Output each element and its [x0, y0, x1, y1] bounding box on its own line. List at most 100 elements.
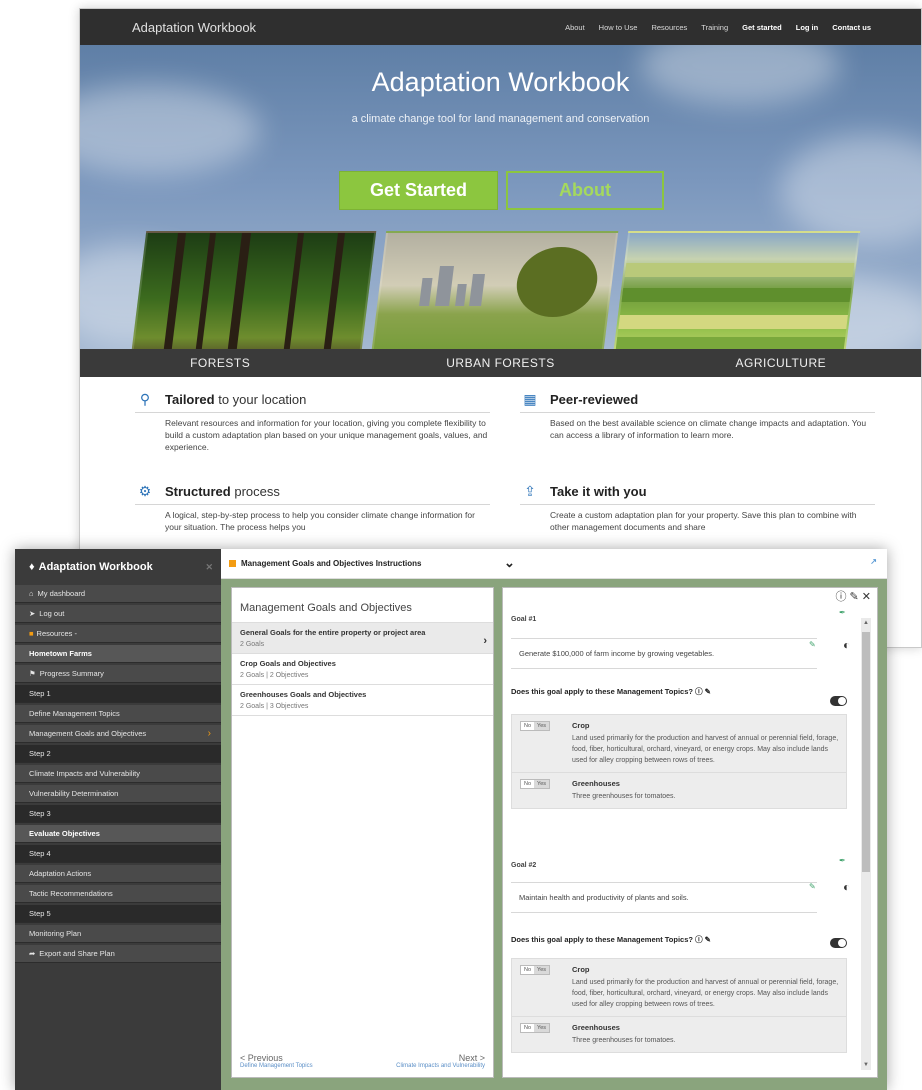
hero-subtitle: a climate change tool for land managemen…: [351, 113, 650, 125]
sidebar-item-label: Log out: [39, 609, 65, 618]
previous-link[interactable]: < Previous Define Management Topics: [240, 1053, 313, 1069]
remove-icon[interactable]: ◐: [843, 880, 850, 894]
sidebar-item-label: Step 2: [29, 749, 51, 758]
topic-greenhouses: No Yes Greenhouses Three greenhouses for …: [512, 772, 846, 808]
sidebar-item-13[interactable]: Step 4: [15, 845, 221, 863]
about-button[interactable]: About: [506, 171, 664, 210]
sidebar-item-3[interactable]: Hometown Farms: [15, 645, 221, 663]
sidebar-item-18[interactable]: ➦ Export and Share Plan: [15, 945, 221, 963]
apply-toggle[interactable]: [830, 938, 847, 948]
edit-icon[interactable]: ✎: [850, 591, 859, 603]
export-icon: ⇪: [524, 483, 536, 499]
nav-log-in[interactable]: Log in: [796, 23, 819, 32]
info-icon[interactable]: ⓘ: [695, 687, 703, 696]
scroll-thumb[interactable]: [862, 632, 870, 872]
sidebar-item-1[interactable]: ➤ Log out: [15, 605, 221, 623]
nav-training[interactable]: Training: [701, 23, 728, 32]
expand-icon[interactable]: ↗: [870, 557, 877, 566]
edit-icon[interactable]: ✎: [705, 687, 711, 696]
pane-actions: ⓘ ✎ ✕: [835, 588, 871, 604]
workbook-app-window: ♦ Adaptation Workbook ✕ ⌂ My dashboard ➤ Lo…: [15, 549, 887, 1090]
feature-text: Create a custom adaptation plan for your…: [550, 510, 857, 532]
brand-link[interactable]: Adaptation Workbook: [132, 20, 256, 35]
goal-1-label: Goal #1: [511, 616, 537, 623]
sidebar-item-17[interactable]: Monitoring Plan: [15, 925, 221, 943]
info-icon[interactable]: ⓘ: [695, 935, 703, 944]
category-agriculture[interactable]: AGRICULTURE: [641, 356, 921, 370]
sidebar-item-8[interactable]: Step 2: [15, 745, 221, 763]
nav-resources[interactable]: Resources: [651, 23, 687, 32]
no-yes-toggle[interactable]: No Yes: [520, 779, 551, 789]
feature-text: Based on the best available science on c…: [550, 418, 867, 440]
scroll-down-icon[interactable]: ▼: [863, 1062, 869, 1068]
scrollbar[interactable]: ▲ ▼: [861, 618, 871, 1070]
sidebar-item-12[interactable]: Evaluate Objectives: [15, 825, 221, 843]
topic-crop: No Yes Crop Land used primarily for the p…: [512, 959, 846, 1016]
sidebar-item-label: Resources -: [36, 629, 77, 638]
chevron-right-icon: ›: [207, 728, 211, 739]
edit-goal-icon[interactable]: ✎: [809, 882, 816, 891]
nav-how-to-use[interactable]: How to Use: [599, 23, 638, 32]
sidebar-menu: ⌂ My dashboard ➤ Log out ■ Resources - Hometow…: [15, 585, 221, 963]
topic-list: No Yes Crop Land used primarily for the p…: [511, 714, 847, 809]
sidebar-icon: ➦: [29, 949, 36, 958]
instructions-bar[interactable]: Management Goals and Objectives Instruct…: [221, 549, 887, 579]
pencil-icon[interactable]: ✒: [839, 608, 846, 617]
edit-icon[interactable]: ✎: [705, 935, 711, 944]
pencil-icon[interactable]: ✒: [839, 856, 846, 865]
no-yes-toggle[interactable]: No Yes: [520, 1023, 551, 1033]
nav-contact[interactable]: Contact us: [832, 23, 871, 32]
topic-list: No Yes Crop Land used primarily for the p…: [511, 958, 847, 1053]
resources-flag-icon: ■: [29, 629, 34, 638]
close-icon[interactable]: ✕: [862, 591, 871, 603]
feature-text: A logical, step-by-step process to help …: [165, 510, 475, 532]
nav-get-started[interactable]: Get started: [742, 23, 782, 32]
sidebar-item-label: Step 4: [29, 849, 51, 858]
close-sidebar-icon[interactable]: ✕: [205, 562, 213, 573]
sidebar-item-label: My dashboard: [37, 589, 86, 598]
sidebar-item-9[interactable]: Climate Impacts and Vulnerability: [15, 765, 221, 783]
sidebar-item-5[interactable]: Step 1: [15, 685, 221, 703]
category-urban-forests[interactable]: URBAN FORESTS: [360, 356, 640, 370]
goal-list-item[interactable]: Greenhouses Goals and Objectives 2 Goals…: [232, 685, 493, 716]
pane-title: Management Goals and Objectives: [232, 588, 493, 623]
sidebar-item-label: Adaptation Actions: [29, 869, 92, 878]
sidebar-item-14[interactable]: Adaptation Actions: [15, 865, 221, 883]
apply-question: Does this goal apply to these Management…: [511, 687, 711, 696]
sidebar-item-11[interactable]: Step 3: [15, 805, 221, 823]
sidebar-icon: ⚑: [29, 669, 36, 678]
sidebar-item-10[interactable]: Vulnerability Determination: [15, 785, 221, 803]
scroll-up-icon[interactable]: ▲: [863, 620, 869, 626]
pager: < Previous Define Management Topics Next…: [232, 1053, 493, 1069]
feature-structured: ⚙ Structured process A logical, step-by-s…: [135, 483, 490, 533]
category-forests[interactable]: FORESTS: [80, 356, 360, 370]
chevron-down-icon[interactable]: ⌄: [504, 555, 515, 571]
sidebar-item-label: Tactic Recommendations: [29, 889, 113, 898]
map-pin-icon: ⚲: [139, 391, 151, 407]
sidebar-item-label: Step 5: [29, 909, 51, 918]
nav-about[interactable]: About: [565, 23, 585, 32]
sidebar-item-6[interactable]: Define Management Topics: [15, 705, 221, 723]
edit-goal-icon[interactable]: ✎: [809, 640, 816, 649]
sidebar-item-0[interactable]: ⌂ My dashboard: [15, 585, 221, 603]
goal-detail-pane: ⓘ ✎ ✕ ▲ ▼ Goal #1 ✒ Generate $100,000 of…: [502, 587, 878, 1078]
sidebar-item-label: Progress Summary: [39, 669, 104, 678]
no-yes-toggle[interactable]: No Yes: [520, 721, 551, 731]
sidebar-item-16[interactable]: Step 5: [15, 905, 221, 923]
sidebar-item-7[interactable]: Management Goals and Objectives ›: [15, 725, 221, 743]
apply-toggle[interactable]: [830, 696, 847, 706]
sidebar-icon: ➤: [29, 609, 36, 618]
sidebar-item-2[interactable]: ■ Resources -: [15, 625, 221, 643]
sidebar-item-15[interactable]: Tactic Recommendations: [15, 885, 221, 903]
get-started-button[interactable]: Get Started: [339, 171, 498, 210]
goal-list-item[interactable]: General Goals for the entire property or…: [232, 623, 493, 654]
hero-title: Adaptation Workbook: [371, 67, 630, 97]
info-icon[interactable]: ⓘ: [835, 591, 846, 603]
goal-list-item[interactable]: Crop Goals and Objectives 2 Goals | 2 Ob…: [232, 654, 493, 685]
app-title: ♦ Adaptation Workbook ✕: [29, 561, 213, 573]
bell-icon: ♦: [29, 561, 35, 573]
no-yes-toggle[interactable]: No Yes: [520, 965, 551, 975]
sidebar-item-4[interactable]: ⚑ Progress Summary: [15, 665, 221, 683]
next-link[interactable]: Next > Climate Impacts and Vulnerability: [396, 1053, 485, 1069]
remove-icon[interactable]: ◐: [843, 638, 850, 652]
